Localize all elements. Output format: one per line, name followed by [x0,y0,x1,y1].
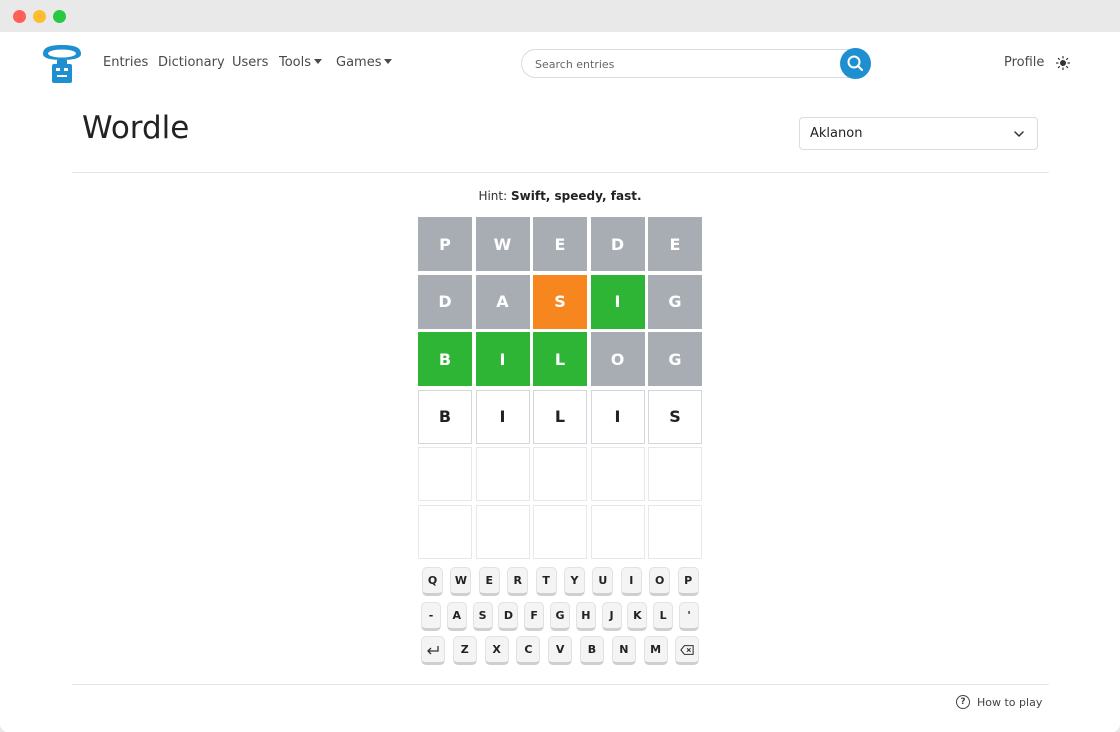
board-tile: E [648,217,702,271]
hint-value: Swift, speedy, fast. [511,189,642,203]
nav-link-profile[interactable]: Profile [1004,55,1044,70]
board-tile: A [475,274,530,329]
board-tile: O [590,332,645,386]
nav-games-label: Games [336,55,382,70]
board-tile [533,504,587,559]
footer-divider [72,684,1049,685]
board-tile: B [418,332,472,386]
keyboard-key[interactable]: P [677,567,699,596]
board-tile [475,447,530,501]
board-tile: B [418,389,472,444]
backspace-key[interactable] [675,636,700,665]
board-tile: G [648,274,702,329]
keyboard-key[interactable]: I [620,567,642,596]
how-to-play-link[interactable]: ? How to play [956,695,1042,709]
board-tile [418,504,472,559]
board-tile: E [533,217,587,271]
title-bar [0,0,1120,32]
browser-window: Entries Dictionary Users Tools Games Pro… [0,0,1120,732]
board-tile [590,447,645,501]
nav-tools-label: Tools [279,55,312,70]
page-title: Wordle [82,110,190,146]
board-tile [533,447,587,501]
board-tile [418,447,472,501]
help-circle-icon: ? [956,695,970,709]
keyboard-key[interactable]: L [653,602,674,631]
board-tile: P [418,217,472,271]
keyboard-key[interactable]: R [507,567,529,596]
keyboard-key[interactable]: T [535,567,557,596]
minimize-window-button[interactable] [33,10,46,23]
keyboard-key[interactable]: S [472,602,493,631]
how-to-play-label: How to play [977,695,1043,709]
maximize-window-button[interactable] [53,10,66,23]
keyboard-key[interactable]: J [601,602,622,631]
close-window-button[interactable] [13,10,26,23]
nav-dropdown-games[interactable]: Games [336,55,393,70]
board-tile: L [533,389,587,444]
keyboard-key[interactable]: - [421,602,441,631]
keyboard-key[interactable]: W [450,567,472,596]
keyboard-key[interactable]: U [592,567,614,596]
keyboard-key[interactable]: C [516,636,541,665]
keyboard-key[interactable]: X [484,636,509,665]
caret-down-icon [384,59,393,64]
keyboard-key[interactable]: O [649,567,671,596]
nav-link-users[interactable]: Users [232,55,268,70]
board-tile: D [418,274,472,329]
top-navigation: Entries Dictionary Users Tools Games Pro… [0,32,1120,96]
hint-label: Hint: [478,189,508,203]
enter-icon [427,645,439,654]
header-divider [72,172,1049,173]
enter-key[interactable] [421,636,445,665]
board-tile: I [475,332,530,386]
keyboard-key[interactable]: Q [422,567,443,596]
theme-toggle-sun-icon[interactable] [1056,56,1070,70]
backspace-icon [680,644,695,655]
keyboard-key[interactable]: Z [452,636,477,665]
search-bar [521,48,871,79]
nav-link-dictionary[interactable]: Dictionary [158,55,225,70]
board-tile [648,504,702,559]
keyboard-key[interactable]: G [550,602,570,631]
board-tile: I [590,389,645,444]
caret-down-icon [314,59,323,64]
keyboard-key[interactable]: H [575,602,596,631]
board-tile: I [475,389,530,444]
keyboard-key[interactable]: ' [679,602,699,631]
keyboard-key[interactable]: F [524,602,545,631]
board-tile: S [648,389,702,444]
language-select-value: Aklanon [810,126,863,141]
language-select[interactable]: Aklanon [799,117,1038,150]
search-button[interactable] [840,48,871,79]
site-logo-icon[interactable] [40,44,84,84]
search-input[interactable] [535,56,835,72]
board-tile [648,447,702,501]
board-tile: D [590,217,645,271]
keyboard-key[interactable]: M [643,636,668,665]
keyboard-key[interactable]: N [611,636,636,665]
keyboard-key[interactable]: Y [564,567,585,596]
keyboard-key[interactable]: E [478,567,500,596]
hint-text: Hint: Swift, speedy, fast. [0,189,1120,203]
board-tile [475,504,530,559]
chevron-down-icon [1014,131,1024,137]
board-tile [590,504,645,559]
board-tile: G [648,332,702,386]
keyboard-key[interactable]: D [498,602,519,631]
nav-dropdown-tools[interactable]: Tools [279,55,323,70]
keyboard-key[interactable]: K [627,602,648,631]
keyboard-key[interactable]: B [580,636,604,665]
nav-link-entries[interactable]: Entries [103,55,148,70]
keyboard-key[interactable]: V [548,636,573,665]
keyboard-key[interactable]: A [446,602,467,631]
board-tile: L [533,332,587,386]
board-tile: I [590,274,645,329]
board-tile: W [475,217,530,271]
search-icon [847,55,863,71]
board-tile: S [533,274,587,329]
